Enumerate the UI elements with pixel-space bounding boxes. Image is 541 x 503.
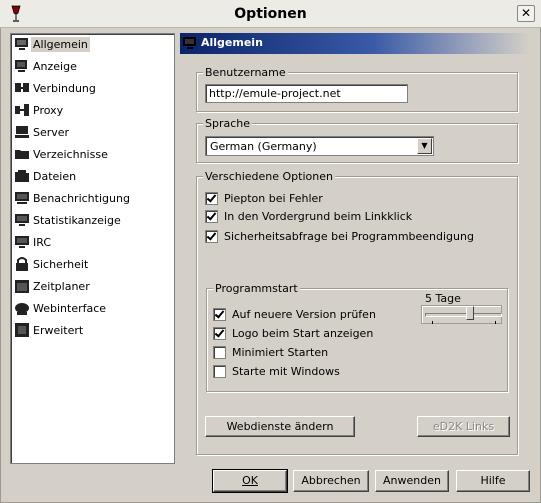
checkbox-label: Minimiert Starten — [232, 346, 329, 359]
close-icon: ✕ — [520, 6, 532, 20]
checkbox[interactable] — [213, 346, 226, 359]
change-webservices-button[interactable]: Webdienste ändern — [205, 416, 355, 437]
server-icon — [14, 124, 30, 140]
sidebar-item-statistikanzeige[interactable]: Statistikanzeige — [14, 211, 123, 229]
ed2k-links-button[interactable]: eD2K Links — [417, 416, 510, 437]
slider-tick — [495, 321, 496, 324]
scheduler-icon — [14, 278, 30, 294]
checkbox[interactable] — [213, 365, 226, 378]
sidebar-item-label: Statistikanzeige — [33, 213, 121, 227]
checkbox-label: Starte mit Windows — [232, 365, 340, 378]
checkbox[interactable] — [205, 230, 218, 243]
option-confirm-exit[interactable]: Sicherheitsabfrage bei Programmbeendigun… — [205, 230, 474, 243]
option-start-minimized[interactable]: Minimiert Starten — [213, 346, 328, 359]
help-button[interactable]: Hilfe — [456, 470, 530, 492]
files-icon — [14, 168, 30, 184]
connection-icon — [14, 80, 30, 96]
sidebar-item-allgemein[interactable]: Allgemein — [14, 35, 90, 53]
checkbox[interactable] — [213, 327, 226, 340]
sidebar-item-label: Proxy — [33, 103, 64, 117]
username-input[interactable] — [205, 84, 408, 103]
sidebar-item-proxy[interactable]: Proxy — [14, 101, 65, 119]
option-show-logo[interactable]: Logo beim Start anzeigen — [213, 327, 373, 340]
sidebar-item-label: Zeitplaner — [33, 279, 90, 293]
sidebar-item-sicherheit[interactable]: Sicherheit — [14, 255, 90, 273]
username-legend: Benutzername — [203, 66, 288, 79]
checkbox-label: Logo beim Start anzeigen — [232, 327, 374, 340]
general-icon — [183, 37, 196, 49]
sidebar-item-label: Verbindung — [33, 81, 96, 95]
sidebar-item-webinterface[interactable]: Webinterface — [14, 299, 108, 317]
general-icon — [14, 36, 30, 52]
checkbox[interactable] — [213, 308, 226, 321]
proxy-icon — [14, 102, 30, 118]
checkbox-label: Piepton bei Fehler — [224, 192, 323, 205]
cancel-button[interactable]: Abbrechen — [293, 470, 369, 492]
sidebar-item-label: Dateien — [33, 169, 77, 183]
sidebar-item-label: Webinterface — [33, 301, 107, 315]
checkbox-label: Auf neuere Version prüfen — [232, 308, 376, 321]
startup-legend: Programmstart — [213, 282, 300, 295]
checkbox-label: Sicherheitsabfrage bei Programmbeendigun… — [224, 230, 474, 243]
slider-track — [425, 313, 502, 317]
language-selected-value: German (Germany) — [210, 140, 317, 153]
sidebar-item-erweitert[interactable]: Erweitert — [14, 321, 85, 339]
title-bar: Optionen ✕ — [0, 0, 541, 28]
sidebar-item-verzeichnisse[interactable]: Verzeichnisse — [14, 145, 110, 163]
sidebar-item-label: Sicherheit — [33, 257, 89, 271]
option-foreground-on-link[interactable]: In den Vordergrund beim Linkklick — [205, 210, 412, 223]
window-title: Optionen — [234, 6, 307, 22]
advanced-icon — [14, 322, 30, 338]
sidebar-item-label: IRC — [33, 235, 52, 249]
statistics-icon — [14, 212, 30, 228]
page-title: Allgemein — [201, 36, 263, 49]
sidebar-item-label: Erweitert — [33, 323, 84, 337]
sidebar-item-label: Allgemein — [31, 36, 90, 52]
sidebar-item-benachrichtigung[interactable]: Benachrichtigung — [14, 189, 132, 207]
version-check-interval-label: 5 Tage — [425, 292, 461, 305]
slider-thumb[interactable] — [466, 306, 475, 320]
notification-icon — [14, 190, 30, 206]
language-select[interactable]: German (Germany) ▼ — [205, 136, 434, 156]
irc-icon — [14, 234, 30, 250]
language-legend: Sprache — [203, 117, 253, 130]
sidebar-item-label: Benachrichtigung — [33, 191, 130, 205]
sidebar-item-verbindung[interactable]: Verbindung — [14, 79, 98, 97]
folders-icon — [14, 146, 30, 162]
checkbox[interactable] — [205, 210, 218, 223]
sidebar-item-server[interactable]: Server — [14, 123, 71, 141]
slider-tick — [432, 321, 433, 324]
apply-button[interactable]: Anwenden — [375, 470, 449, 492]
option-beep-on-error[interactable]: Piepton bei Fehler — [205, 192, 323, 205]
page-header: Allgemein — [180, 33, 530, 54]
ok-button[interactable]: OK — [212, 469, 288, 493]
chevron-down-icon[interactable]: ▼ — [417, 138, 432, 154]
close-button[interactable]: ✕ — [517, 5, 535, 22]
sidebar-item-irc[interactable]: IRC — [14, 233, 53, 251]
sidebar: Allgemein Anzeige Verbindung Proxy Serve… — [10, 33, 175, 464]
display-icon — [14, 58, 30, 74]
sidebar-item-label: Server — [33, 125, 70, 139]
ok-label: OK — [242, 474, 258, 487]
option-start-with-windows[interactable]: Starte mit Windows — [213, 365, 340, 378]
sidebar-item-dateien[interactable]: Dateien — [14, 167, 78, 185]
option-check-updates[interactable]: Auf neuere Version prüfen — [213, 308, 376, 321]
misc-options-legend: Verschiedene Optionen — [203, 170, 335, 183]
sidebar-item-label: Anzeige — [33, 59, 77, 73]
checkbox[interactable] — [205, 192, 218, 205]
sidebar-item-label: Verzeichnisse — [33, 147, 108, 161]
web-icon — [14, 300, 30, 316]
sidebar-item-zeitplaner[interactable]: Zeitplaner — [14, 277, 92, 295]
checkbox-label: In den Vordergrund beim Linkklick — [224, 210, 413, 223]
sidebar-item-anzeige[interactable]: Anzeige — [14, 57, 79, 75]
security-icon — [14, 256, 30, 272]
